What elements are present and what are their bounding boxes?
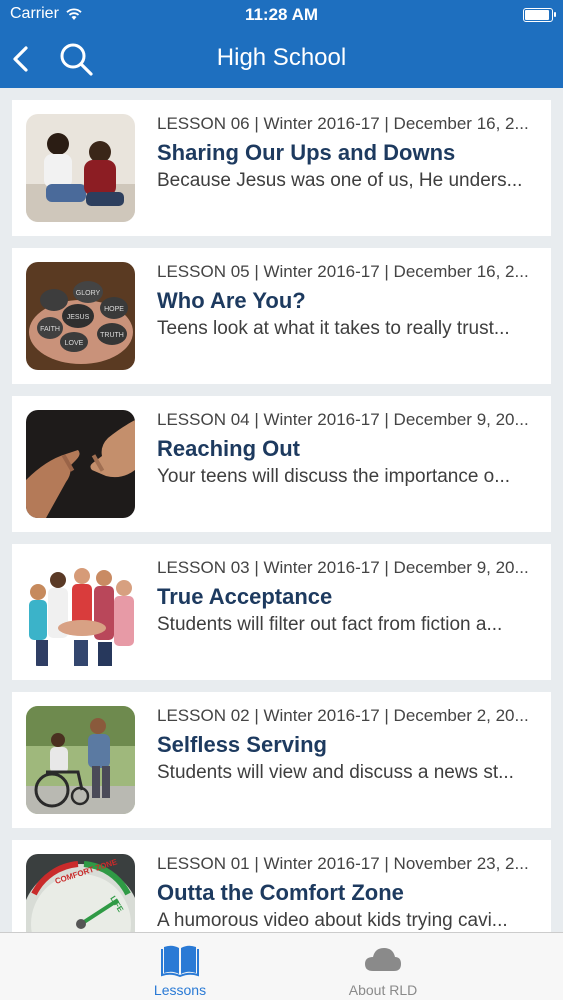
lesson-card[interactable]: LESSON 02 | Winter 2016-17 | December 2,… [12,692,551,828]
lesson-meta: LESSON 06 | Winter 2016-17 | December 16… [157,114,529,133]
lesson-title: True Acceptance [157,584,333,609]
lesson-title: Who Are You? [157,288,306,313]
lesson-card[interactable]: LESSON 03 | Winter 2016-17 | December 9,… [12,544,551,680]
book-icon [161,945,199,977]
lesson-thumbnail [26,114,135,222]
lesson-title: Reaching Out [157,436,301,461]
tab-label: Lessons [153,982,207,998]
tab-lessons[interactable]: Lessons [80,933,280,1000]
lesson-card[interactable]: LESSON 04 | Winter 2016-17 | December 9,… [12,396,551,532]
tab-bar: Lessons About RLD [0,932,563,1000]
header: Carrier 11:28 AM High School [0,0,563,88]
lesson-description: Because Jesus was one of us, He unders..… [157,170,523,191]
lesson-card[interactable]: GLORY JESUS HOPE FAITH TRUTH LOVE LESSON… [12,248,551,384]
lesson-thumbnail [26,410,135,518]
stone-word: JESUS [67,314,90,321]
lesson-title: Sharing Our Ups and Downs [157,140,456,165]
stone-word: GLORY [76,290,101,297]
lesson-description: Students will view and discuss a news st… [157,762,514,783]
stone-word: HOPE [104,306,124,313]
lesson-card[interactable]: LESSON 06 | Winter 2016-17 | December 16… [12,100,551,236]
status-time: 11:28 AM [244,5,319,24]
lesson-meta: LESSON 04 | Winter 2016-17 | December 9,… [157,410,529,429]
lesson-meta: LESSON 03 | Winter 2016-17 | December 9,… [157,558,529,577]
lesson-meta: LESSON 05 | Winter 2016-17 | December 16… [157,262,529,281]
lesson-description: Teens look at what it takes to really tr… [157,318,510,339]
tab-label: About RLD [348,982,418,998]
lesson-list: LESSON 06 | Winter 2016-17 | December 16… [12,100,551,988]
lesson-meta: LESSON 02 | Winter 2016-17 | December 2,… [157,706,529,725]
tab-about[interactable]: About RLD [283,933,483,1000]
lesson-meta: LESSON 01 | Winter 2016-17 | November 23… [157,854,529,873]
lesson-thumbnail [26,558,135,666]
lesson-thumbnail: GLORY JESUS HOPE FAITH TRUTH LOVE [26,262,135,370]
status-bar: Carrier 11:28 AM [0,0,563,30]
lesson-title: Outta the Comfort Zone [157,880,404,905]
lesson-thumbnail [26,706,135,814]
lesson-title: Selfless Serving [157,732,327,757]
lesson-description: Your teens will discuss the importance o… [157,466,511,487]
stone-word: LOVE [65,340,84,347]
battery-level [525,10,549,20]
cloud-icon [365,948,401,971]
lesson-description: Students will filter out fact from ficti… [157,614,503,635]
stone-word: TRUTH [100,332,124,339]
page-title: High School [216,44,347,71]
lesson-description: A humorous video about kids trying cavi.… [157,910,508,931]
battery-icon [523,8,556,22]
stone-word: FAITH [40,326,60,333]
navbar: High School [0,30,563,88]
